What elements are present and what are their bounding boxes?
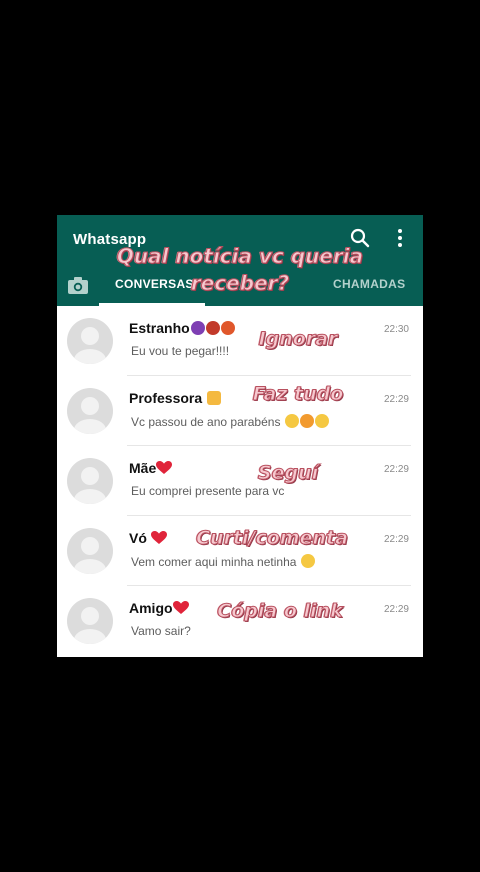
more-options-icon[interactable] <box>389 227 411 249</box>
heart-emoji-icon <box>156 461 173 474</box>
chat-last-message: Eu comprei presente para vc <box>131 484 285 498</box>
chat-name: Vó <box>129 530 147 546</box>
overlay-option-ignorar: Ignorar <box>258 328 338 351</box>
overlay-option-segui: Seguí <box>257 462 319 485</box>
angry-emoji-icon <box>220 321 235 335</box>
chat-time: 22:30 <box>383 324 409 335</box>
default-avatar-icon <box>74 607 106 644</box>
chat-name-row: Amigo <box>129 600 189 616</box>
chat-time: 22:29 <box>383 464 409 475</box>
tab-conversas[interactable]: CONVERSAS <box>115 277 194 291</box>
chat-last-message: Eu vou te pegar!!!! <box>131 344 230 358</box>
devil-emoji-icon <box>190 321 205 335</box>
chat-last-message: Vem comer aqui minha netinha <box>131 555 297 569</box>
chat-name-row: Mãe <box>129 460 173 476</box>
teacher-emoji-icon <box>207 391 222 405</box>
chat-name: Mãe <box>129 460 157 476</box>
tab-chamadas[interactable]: CHAMADAS <box>333 277 405 291</box>
overlay-option-faz-tudo: Faz tudo <box>252 383 344 406</box>
heart-eyes-emoji-icon <box>299 414 314 428</box>
overlay-question-line2: receber? <box>190 271 290 296</box>
chat-last-message: Vc passou de ano parabéns <box>131 415 281 429</box>
chat-time: 22:29 <box>383 604 409 615</box>
wink-emoji-icon <box>300 554 315 568</box>
chat-name-row: Estranho <box>129 320 235 336</box>
chat-time: 22:29 <box>383 534 409 545</box>
overlay-option-curti-comenta: Curti/comenta <box>196 527 349 550</box>
heart-emoji-icon <box>172 601 189 614</box>
chat-row-professora[interactable]: Professora Vc passou de ano parabéns 22:… <box>57 376 423 446</box>
camera-icon[interactable] <box>65 273 91 297</box>
default-avatar-icon <box>74 537 106 574</box>
chat-last-message-row: Vem comer aqui minha netinha <box>131 554 315 569</box>
chat-last-message-row: Vc passou de ano parabéns <box>131 414 329 429</box>
chat-name-row: Vó <box>129 530 167 546</box>
avatar <box>67 458 113 504</box>
chat-row-estranho[interactable]: Estranho Eu vou te pegar!!!! 22:30 <box>57 306 423 376</box>
clap-emoji-icon <box>284 414 299 428</box>
overlay-question-line1: Qual notícia vc queria <box>116 244 364 269</box>
avatar <box>67 318 113 364</box>
chat-name-row: Professora <box>129 390 222 406</box>
avatar <box>67 388 113 434</box>
overlay-option-copia-link: Cópia o link <box>217 600 343 623</box>
chat-time: 22:29 <box>383 394 409 405</box>
chat-name: Estranho <box>129 320 190 336</box>
chat-name: Professora <box>129 390 203 406</box>
chat-name: Amigo <box>129 600 173 616</box>
demon-emoji-icon <box>205 321 220 335</box>
default-avatar-icon <box>74 467 106 504</box>
default-avatar-icon <box>74 397 106 434</box>
heart-emoji-icon <box>150 531 167 544</box>
clap-emoji-icon <box>314 414 329 428</box>
chat-row-mae[interactable]: Mãe Eu comprei presente para vc 22:29 <box>57 446 423 516</box>
avatar <box>67 528 113 574</box>
chat-last-message: Vamo sair? <box>131 624 191 638</box>
default-avatar-icon <box>74 327 106 364</box>
avatar <box>67 598 113 644</box>
